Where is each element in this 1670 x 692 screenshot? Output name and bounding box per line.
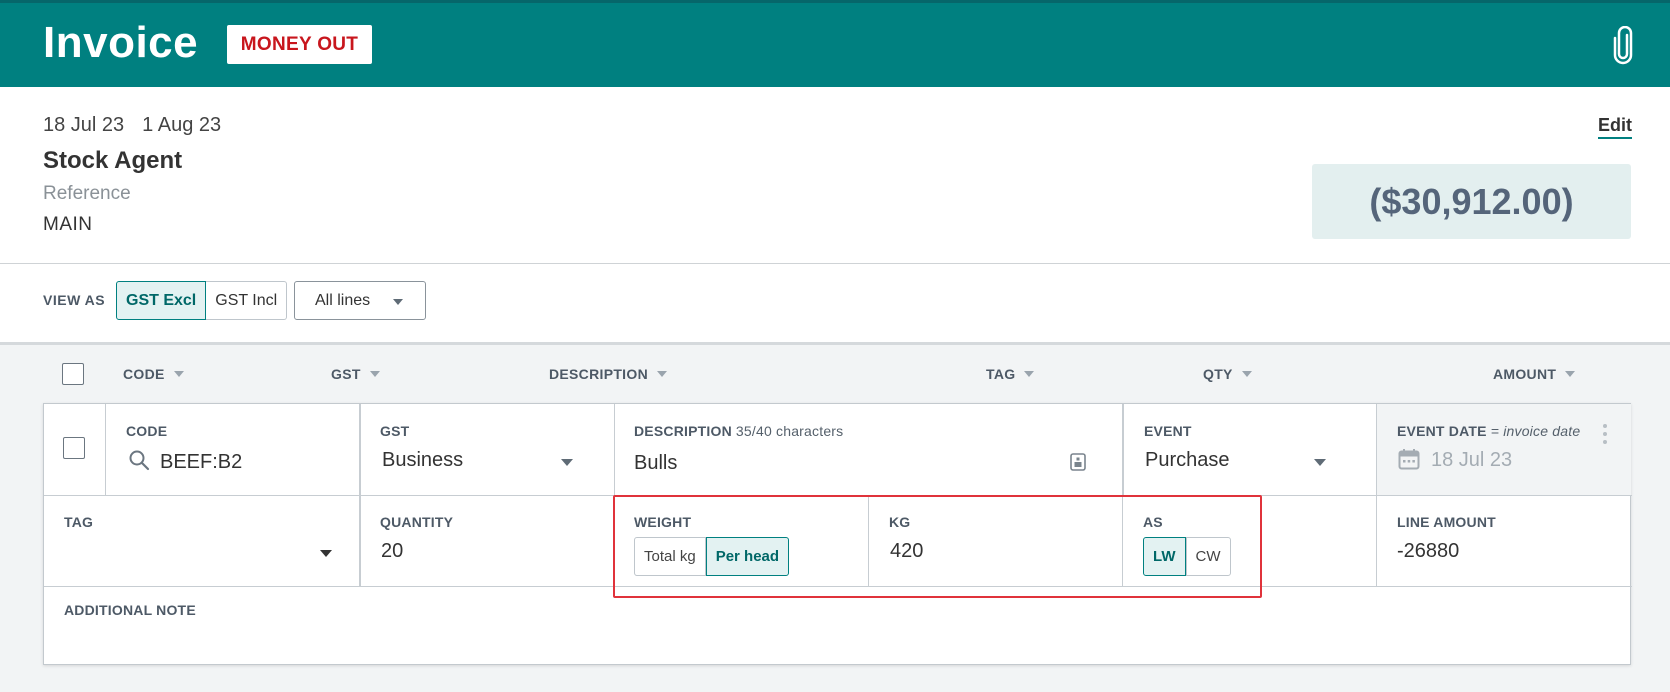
weight-basis-toggle: LW CW xyxy=(1143,537,1231,576)
invoice-date: 18 Jul 23 xyxy=(43,114,125,136)
due-date: 1 Aug 23 xyxy=(142,114,222,136)
cw-option[interactable]: CW xyxy=(1185,537,1231,576)
event-label: EVENT xyxy=(1144,423,1192,439)
event-date-value: 18 Jul 23 xyxy=(1431,449,1513,471)
column-label: DESCRIPTION xyxy=(549,366,648,382)
chevron-down-icon[interactable] xyxy=(561,459,573,466)
gst-toggle: GST Excl GST Incl xyxy=(116,281,288,320)
gst-select[interactable]: Business xyxy=(382,449,582,472)
template-icon[interactable] xyxy=(1070,453,1086,471)
calendar-icon xyxy=(1398,449,1420,470)
lines-filter-dropdown[interactable]: All lines xyxy=(294,281,426,320)
view-as-label: VIEW AS xyxy=(43,292,106,308)
reference-value: MAIN xyxy=(43,214,93,235)
column-header-description[interactable]: DESCRIPTION xyxy=(549,366,667,382)
column-label: CODE xyxy=(123,366,165,382)
contact-name: Stock Agent xyxy=(43,147,183,174)
search-icon xyxy=(129,450,150,471)
page-title: Invoice xyxy=(43,18,199,67)
tag-select[interactable] xyxy=(64,540,334,566)
column-header-amount[interactable]: AMOUNT xyxy=(1493,366,1576,382)
column-label: AMOUNT xyxy=(1493,366,1557,382)
line-amount-input[interactable]: -26880 xyxy=(1397,540,1459,563)
chevron-down-icon[interactable] xyxy=(320,550,332,557)
top-bar: Invoice MONEY OUT xyxy=(0,0,1670,87)
sort-icon xyxy=(1024,371,1035,377)
tag-label: TAG xyxy=(64,514,94,530)
gst-label: GST xyxy=(380,423,410,439)
description-input[interactable]: Bulls xyxy=(634,452,677,475)
column-header-tag[interactable]: TAG xyxy=(986,366,1035,382)
total-kg-option[interactable]: Total kg xyxy=(634,537,706,576)
sort-icon xyxy=(656,371,667,377)
column-header-gst[interactable]: GST xyxy=(331,366,380,382)
line-item-card: CODE BEEF:B2 GST Business DESCRIPTION 35/… xyxy=(43,403,1632,665)
column-header-qty[interactable]: QTY xyxy=(1203,366,1252,382)
line-checkbox[interactable] xyxy=(63,437,85,459)
event-date-label-text: EVENT DATE xyxy=(1397,423,1487,439)
line-amount-label: LINE AMOUNT xyxy=(1397,514,1496,530)
quantity-input[interactable]: 20 xyxy=(381,540,403,563)
sort-icon xyxy=(369,371,380,377)
money-out-badge: MONEY OUT xyxy=(227,25,372,64)
quantity-label: QUANTITY xyxy=(380,514,454,530)
column-label: TAG xyxy=(986,366,1016,382)
event-select[interactable]: Purchase xyxy=(1145,449,1230,472)
sort-icon xyxy=(1241,371,1252,377)
chevron-down-icon[interactable] xyxy=(1314,459,1326,466)
invoice-dates: 18 Jul 23 1 Aug 23 xyxy=(43,114,221,137)
description-label: DESCRIPTION 35/40 characters xyxy=(634,423,843,439)
edit-link[interactable]: Edit xyxy=(1598,115,1632,136)
code-input[interactable]: BEEF:B2 xyxy=(160,451,242,474)
invoice-lines: CODE GST DESCRIPTION TAG QTY AMOUNT CODE… xyxy=(0,345,1670,692)
weight-label: WEIGHT xyxy=(634,514,692,530)
reference-label: Reference xyxy=(43,183,131,204)
weight-toggle: Total kg Per head xyxy=(634,537,790,576)
column-label: QTY xyxy=(1203,366,1233,382)
paperclip-icon[interactable] xyxy=(1610,26,1636,66)
column-header-code[interactable]: CODE xyxy=(123,366,184,382)
additional-note-label: ADDITIONAL NOTE xyxy=(64,602,196,618)
as-label: AS xyxy=(1143,514,1163,530)
additional-note-input[interactable] xyxy=(64,624,1612,658)
view-bar: VIEW AS GST Excl GST Incl All lines xyxy=(0,264,1670,345)
per-head-option[interactable]: Per head xyxy=(705,537,790,576)
kg-label: KG xyxy=(889,514,911,530)
event-date-label: EVENT DATE = invoice date xyxy=(1397,423,1580,439)
code-label: CODE xyxy=(126,423,168,439)
lw-option[interactable]: LW xyxy=(1143,537,1186,576)
invoice-header: 18 Jul 23 1 Aug 23 Stock Agent Reference … xyxy=(0,87,1670,264)
column-label: GST xyxy=(331,366,361,382)
select-all-checkbox[interactable] xyxy=(62,363,84,385)
more-options-icon[interactable] xyxy=(1603,424,1607,448)
character-counter: 35/40 characters xyxy=(735,423,844,439)
sort-icon xyxy=(173,371,184,377)
gst-excl-option[interactable]: GST Excl xyxy=(116,281,207,320)
gst-incl-option[interactable]: GST Incl xyxy=(206,281,288,320)
event-date-hint: = invoice date xyxy=(1490,423,1581,439)
invoice-total: ($30,912.00) xyxy=(1312,164,1631,239)
lines-filter-value: All lines xyxy=(315,291,371,309)
description-label-text: DESCRIPTION xyxy=(634,423,732,439)
kg-input[interactable]: 420 xyxy=(890,540,923,563)
sort-icon xyxy=(1565,371,1576,377)
chevron-down-icon xyxy=(393,299,403,305)
